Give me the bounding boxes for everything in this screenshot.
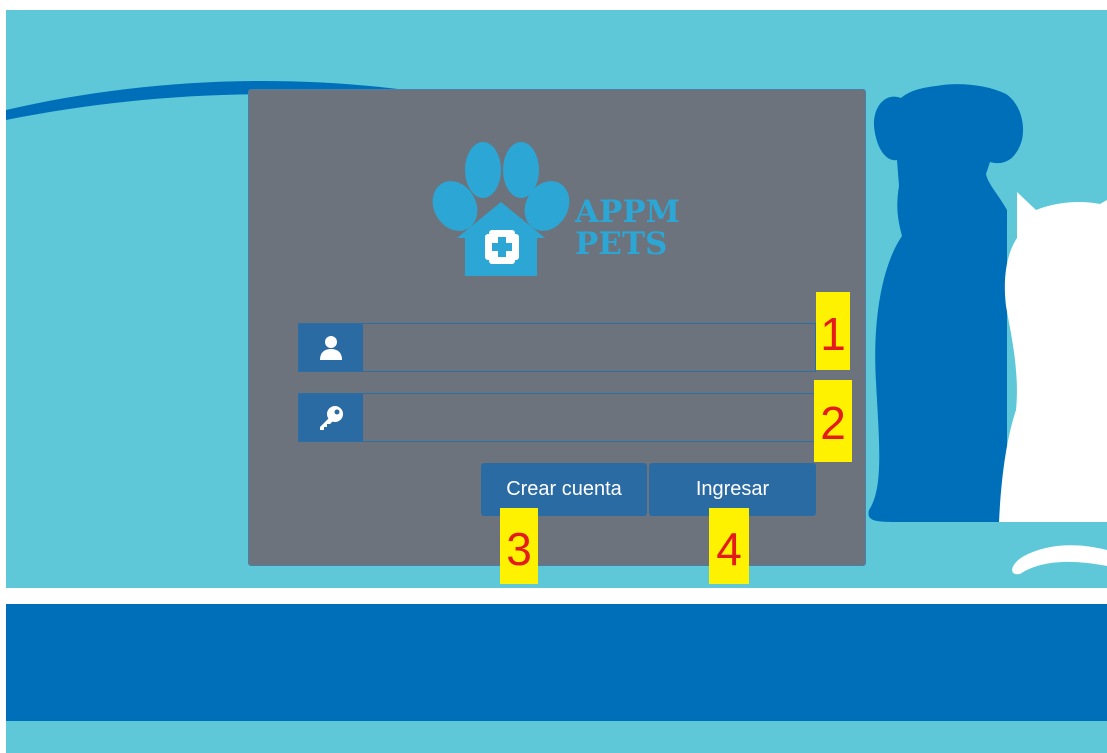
- footer-band: [6, 604, 1107, 721]
- annotation-marker-1: 1: [816, 292, 850, 370]
- user-icon-addon: [299, 324, 363, 371]
- login-card: APPM PETS Crear cuenta Ingresar: [248, 89, 866, 566]
- brand-line-1: APPM: [575, 194, 680, 230]
- user-icon: [320, 335, 342, 360]
- login-screen: APPM PETS Crear cuenta Ingresar: [6, 10, 1107, 753]
- username-input[interactable]: [363, 324, 815, 371]
- password-input[interactable]: [363, 394, 815, 441]
- key-icon-addon: [299, 394, 363, 441]
- paw-toe-inner-left: [465, 142, 501, 198]
- password-field-group: [298, 393, 816, 442]
- annotation-marker-4: 4: [709, 508, 749, 584]
- white-stripe: [6, 588, 1107, 604]
- dog-silhouette: [868, 84, 1024, 522]
- username-field-group: [298, 323, 816, 372]
- cat-silhouette: [999, 192, 1107, 575]
- annotation-marker-2: 2: [814, 380, 852, 462]
- brand-name: APPM PETS: [575, 196, 680, 260]
- brand-line-2: PETS: [575, 226, 668, 262]
- annotation-marker-3: 3: [500, 508, 538, 584]
- key-icon: [320, 405, 343, 430]
